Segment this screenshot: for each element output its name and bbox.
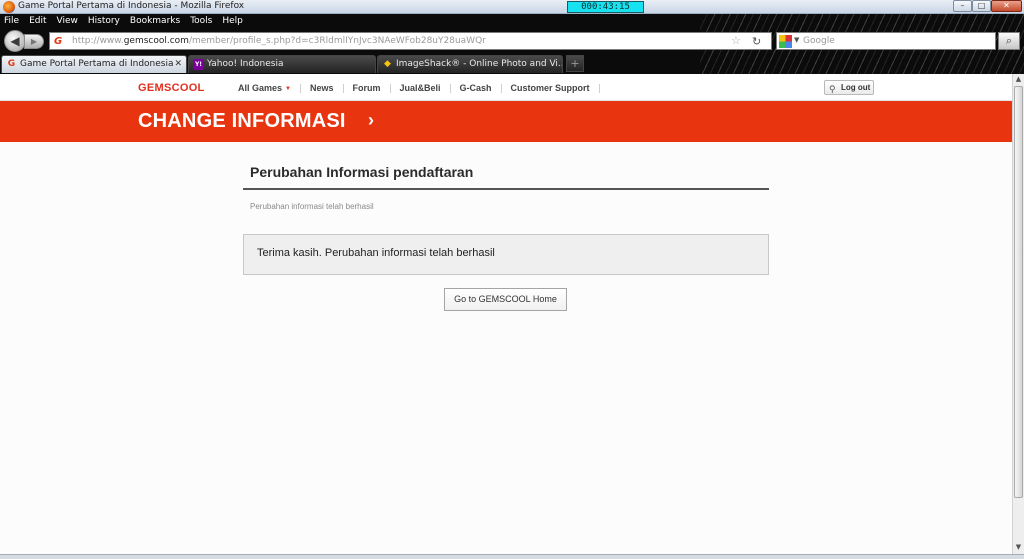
close-tab-icon[interactable]: ✕ [174, 56, 182, 72]
menu-help[interactable]: Help [222, 14, 243, 28]
key-icon: ⚲ [829, 84, 836, 94]
scroll-thumb[interactable] [1014, 86, 1023, 498]
success-message-box: Terima kasih. Perubahan informasi telah … [243, 234, 769, 275]
search-engine-dropdown-icon[interactable]: ▼ [794, 36, 799, 44]
url-path: /member/profile_s.php?d=c3RldmlIYnJvc3NA… [188, 36, 486, 46]
menu-view[interactable]: View [57, 14, 78, 28]
tab-label: Yahoo! Indonesia [207, 59, 284, 69]
page-viewport: GEMSCOOL All Games ▼ News Forum Jual&Beli… [0, 74, 1012, 554]
search-box[interactable]: ▼ Google [776, 32, 996, 50]
chevron-right-icon: › [368, 110, 374, 130]
main-content: Perubahan Informasi pendaftaran Perubaha… [0, 142, 1012, 554]
google-icon[interactable] [779, 35, 792, 48]
menu-divider [299, 83, 301, 93]
back-button[interactable]: ◀ [4, 30, 26, 52]
menu-customer-support[interactable]: Customer Support [511, 83, 590, 93]
go-home-button[interactable]: Go to GEMSCOOL Home [444, 288, 567, 311]
navigation-bar: ◀ ▶ G http://www.gemscool.com/member/pro… [0, 28, 1024, 54]
tab-label: Game Portal Pertama di Indonesia [20, 59, 174, 69]
menu-divider [449, 83, 451, 93]
window-titlebar: Game Portal Pertama di Indonesia - Mozil… [0, 0, 1024, 14]
search-go-button[interactable]: ⌕ [998, 32, 1020, 50]
firefox-logo-icon [3, 1, 15, 13]
menu-forum[interactable]: Forum [353, 83, 381, 93]
yahoo-icon: Y! [193, 59, 204, 70]
site-header: GEMSCOOL All Games ▼ News Forum Jual&Beli… [0, 74, 1012, 101]
menu-g-cash[interactable]: G-Cash [460, 83, 492, 93]
menu-all-games-label: All Games [238, 83, 283, 93]
menu-edit[interactable]: Edit [29, 14, 46, 28]
section-subtitle: Perubahan informasi telah berhasil [250, 202, 374, 211]
new-tab-button[interactable]: + [566, 55, 584, 72]
address-text[interactable]: http://www.gemscool.com/member/profile_s… [72, 36, 486, 46]
banner-title: CHANGE INFORMASI [138, 110, 346, 132]
logout-button[interactable]: ⚲ Log out [824, 80, 874, 95]
url-domain: gemscool.com [123, 36, 189, 46]
tab-yahoo[interactable]: Y! Yahoo! Indonesia [188, 55, 376, 73]
gemscool-logo[interactable]: GEMSCOOL [138, 82, 205, 94]
menu-divider [500, 83, 502, 93]
success-message: Terima kasih. Perubahan informasi telah … [257, 247, 495, 259]
maximize-button[interactable]: □ [972, 0, 991, 12]
menu-news[interactable]: News [310, 83, 334, 93]
reload-icon[interactable]: ↻ [752, 35, 761, 48]
menu-jual-beli[interactable]: Jual&Beli [400, 83, 441, 93]
menu-divider [342, 83, 344, 93]
menu-history[interactable]: History [88, 14, 120, 28]
menu-file[interactable]: File [4, 14, 19, 28]
minimize-button[interactable]: – [953, 0, 972, 12]
timer-display: 000:43:15 [567, 1, 644, 13]
section-title: Perubahan Informasi pendaftaran [250, 164, 474, 180]
tab-imageshack[interactable]: ◆ ImageShack® - Online Photo and Vi... [377, 55, 563, 73]
bookmark-star-icon[interactable]: ☆ [731, 34, 741, 47]
menu-all-games[interactable]: All Games ▼ [238, 83, 291, 93]
tab-gemscool[interactable]: G Game Portal Pertama di Indonesia ✕ [1, 55, 187, 73]
forward-button[interactable]: ▶ [24, 34, 44, 49]
status-bar [0, 554, 1024, 559]
gemscool-favicon-icon: G [54, 36, 63, 47]
window-title: Game Portal Pertama di Indonesia - Mozil… [18, 1, 245, 11]
menu-tools[interactable]: Tools [190, 14, 212, 28]
menu-bar: File Edit View History Bookmarks Tools H… [0, 14, 243, 28]
menu-divider [389, 83, 391, 93]
logout-label: Log out [841, 83, 871, 92]
vertical-scrollbar[interactable]: ▲ ▼ [1012, 74, 1024, 554]
scroll-up-icon[interactable]: ▲ [1013, 74, 1024, 85]
gemscool-icon: G [7, 59, 16, 69]
imageshack-icon: ◆ [384, 59, 391, 69]
menu-bookmarks[interactable]: Bookmarks [130, 14, 180, 28]
menu-divider [598, 83, 600, 93]
address-bar[interactable]: G http://www.gemscool.com/member/profile… [49, 32, 772, 50]
dropdown-caret-icon: ▼ [285, 85, 291, 92]
site-menu: All Games ▼ News Forum Jual&Beli G-Cash C… [238, 83, 609, 93]
scroll-down-icon[interactable]: ▼ [1013, 542, 1024, 553]
section-divider [243, 188, 769, 190]
page-banner: CHANGE INFORMASI › [0, 101, 1012, 142]
url-prefix: http://www. [72, 36, 124, 46]
close-window-button[interactable]: ✕ [991, 0, 1022, 12]
tab-label: ImageShack® - Online Photo and Vi... [396, 59, 563, 69]
search-input[interactable]: Google [803, 36, 835, 46]
